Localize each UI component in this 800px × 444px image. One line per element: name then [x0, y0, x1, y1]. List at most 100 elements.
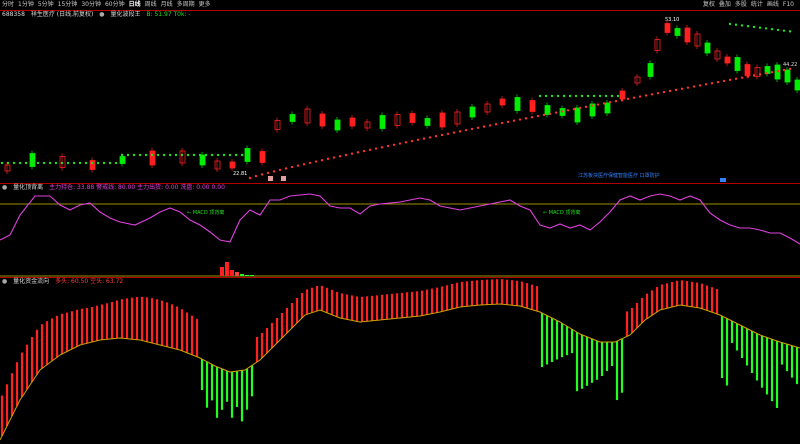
support-dot	[716, 80, 720, 84]
support-dot	[254, 174, 258, 178]
candle	[744, 64, 751, 76]
resistance-dot	[180, 153, 184, 157]
candle	[89, 160, 96, 170]
support-dot	[326, 157, 330, 161]
resistance-dot	[12, 161, 16, 165]
resistance-dot	[78, 161, 82, 165]
support-dot	[266, 171, 270, 175]
candle	[484, 103, 491, 113]
candle	[179, 150, 186, 164]
support-dot	[368, 148, 372, 152]
support-dot	[302, 163, 306, 166]
support-dot	[728, 78, 732, 82]
resistance-dot	[616, 94, 620, 98]
candle	[454, 111, 461, 125]
candle	[29, 153, 36, 167]
support-dot	[260, 173, 264, 176]
support-dot	[692, 85, 696, 88]
resistance-dot	[574, 94, 578, 98]
marker-icon	[720, 178, 726, 182]
candle	[199, 154, 206, 166]
candle	[319, 113, 326, 127]
candle	[724, 56, 731, 64]
support-dot	[758, 73, 762, 76]
resistance-dot	[770, 27, 774, 31]
resistance-dot	[550, 94, 554, 98]
support-dot	[710, 81, 714, 85]
support-dot	[248, 176, 252, 180]
candle	[304, 108, 311, 124]
resistance-dot	[30, 161, 34, 165]
resistance-dot	[96, 161, 100, 165]
support-dot	[776, 69, 780, 73]
resistance-dot	[102, 161, 106, 165]
resistance-dot	[18, 161, 22, 165]
support-dot	[446, 132, 450, 135]
resistance-dot	[186, 153, 190, 157]
candle	[647, 63, 654, 77]
candle	[439, 112, 446, 128]
resistance-dot	[234, 153, 238, 157]
resistance-dot	[604, 94, 608, 98]
support-dot	[626, 97, 630, 101]
candle	[4, 164, 11, 172]
resistance-dot	[6, 161, 10, 165]
resistance-dot	[132, 153, 136, 157]
support-dot	[596, 103, 600, 106]
support-dot	[530, 116, 534, 119]
marker-icon	[268, 176, 273, 181]
support-dot	[380, 146, 384, 149]
signal-bar	[225, 262, 229, 276]
resistance-dot	[144, 153, 148, 157]
resistance-dot	[222, 153, 226, 157]
candle	[784, 69, 791, 83]
support-dot	[770, 70, 774, 74]
support-dot	[332, 156, 336, 159]
support-dot	[542, 113, 546, 117]
resistance-dot	[228, 153, 232, 157]
candle	[654, 39, 661, 51]
candle	[424, 118, 431, 126]
resistance-dot	[586, 94, 590, 98]
support-dot	[590, 104, 594, 107]
support-dot	[410, 139, 414, 143]
support-dot	[734, 77, 738, 80]
support-dot	[566, 109, 570, 112]
candle	[119, 156, 126, 164]
resistance-dot	[538, 94, 542, 98]
chart-canvas[interactable]	[0, 0, 800, 444]
resistance-dot	[120, 153, 124, 157]
support-dot	[296, 164, 300, 167]
resistance-dot	[162, 153, 166, 157]
candle	[664, 23, 671, 33]
candle	[409, 113, 416, 123]
main-holding-line	[0, 193, 800, 245]
support-dot	[554, 111, 558, 114]
support-dot	[578, 106, 582, 110]
candle	[214, 160, 221, 170]
support-dot	[740, 76, 744, 79]
support-dot	[338, 155, 342, 158]
resistance-dot	[764, 27, 768, 30]
candle	[149, 150, 156, 166]
resistance-dot	[752, 25, 756, 29]
support-dot	[362, 149, 366, 153]
support-dot	[614, 99, 618, 103]
support-dot	[704, 83, 708, 86]
support-dot	[638, 95, 642, 98]
signal-bar	[220, 267, 224, 276]
candle	[634, 76, 641, 84]
support-dot	[548, 112, 552, 115]
support-dot	[398, 142, 402, 145]
support-dot	[350, 152, 354, 155]
resistance-dot	[246, 153, 250, 157]
resistance-dot	[592, 94, 596, 98]
resistance-dot	[210, 153, 214, 157]
resistance-dot	[0, 161, 4, 165]
resistance-dot	[758, 26, 762, 29]
support-dot	[680, 87, 684, 90]
support-dot	[488, 124, 492, 127]
candle	[349, 117, 356, 127]
support-dot	[290, 165, 294, 169]
resistance-dot	[156, 153, 160, 157]
